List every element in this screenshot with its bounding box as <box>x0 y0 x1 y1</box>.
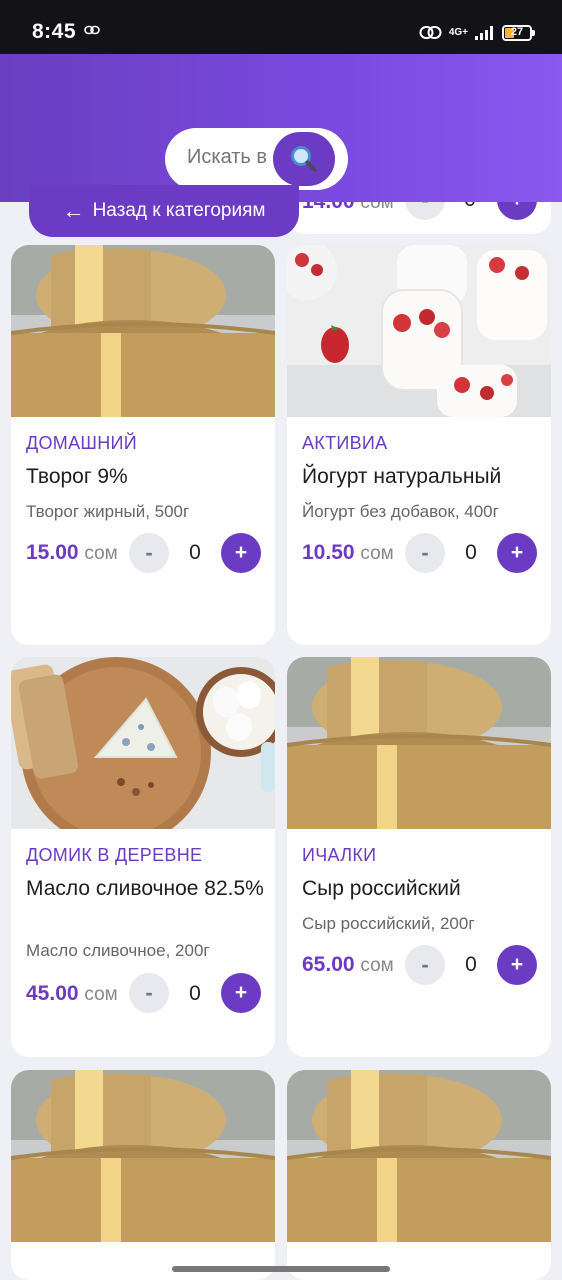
product-price: 65.00 сом <box>302 953 394 976</box>
product-image <box>11 657 275 829</box>
product-description: Творог жирный, 500г <box>26 502 190 521</box>
network-type: 4G+ <box>448 27 468 38</box>
product-name: Йогурт натуральный <box>302 465 502 488</box>
product-card[interactable]: ДОМИК В ДЕРЕВНЕ Масло сливочное 82.5% Ма… <box>11 657 275 1057</box>
signal-icon <box>475 26 493 40</box>
increase-button[interactable]: + <box>497 945 537 985</box>
product-card[interactable] <box>11 1070 275 1280</box>
product-brand: ИЧАЛКИ <box>302 845 377 865</box>
increase-button[interactable]: + <box>221 973 261 1013</box>
decrease-button[interactable]: - <box>405 533 445 573</box>
product-name: Сыр российский <box>302 877 461 900</box>
product-brand: АКТИВИА <box>302 433 388 453</box>
decrease-button[interactable]: - <box>129 533 169 573</box>
search-input[interactable] <box>187 146 275 169</box>
increase-button[interactable]: + <box>497 533 537 573</box>
decrease-button[interactable]: - <box>405 945 445 985</box>
arrow-left-icon: ← <box>62 198 85 223</box>
product-card[interactable] <box>287 1070 551 1280</box>
product-image <box>287 657 551 829</box>
quantity-value: 0 <box>189 982 201 1005</box>
product-image <box>11 245 275 417</box>
search-button[interactable] <box>273 132 335 186</box>
back-to-categories-button[interactable]: ← Назад к категориям <box>29 185 299 237</box>
product-brand: ДОМИК В ДЕРЕВНЕ <box>26 845 203 865</box>
product-price: 45.00 сом <box>26 982 118 1005</box>
status-time: 8:45 <box>32 20 77 43</box>
link-icon <box>84 25 100 35</box>
hotspot-icon <box>419 26 442 39</box>
product-price: 10.50 сом <box>302 541 394 564</box>
increase-button[interactable]: + <box>221 533 261 573</box>
battery-icon: 27 <box>502 25 535 41</box>
product-card[interactable]: АКТИВИА Йогурт натуральный Йогурт без до… <box>287 245 551 645</box>
product-description: Сыр российский, 200г <box>302 914 475 933</box>
product-description: Йогурт без добавок, 400г <box>302 502 499 521</box>
search-bar[interactable] <box>165 128 348 190</box>
product-card[interactable]: ИЧАЛКИ Сыр российский Сыр российский, 20… <box>287 657 551 1057</box>
back-button-label: Назад к категориям <box>92 200 266 221</box>
product-card[interactable]: ДОМАШНИЙ Творог 9% Творог жирный, 500г 1… <box>11 245 275 645</box>
product-image <box>287 245 551 417</box>
decrease-button[interactable]: - <box>129 973 169 1013</box>
quantity-value: 0 <box>465 541 477 564</box>
quantity-value: 0 <box>465 953 477 976</box>
quantity-value: 0 <box>189 541 201 564</box>
product-name: Масло сливочное 82.5% <box>26 877 264 900</box>
product-brand: ДОМАШНИЙ <box>26 433 137 453</box>
product-name: Творог 9% <box>26 465 128 488</box>
search-icon <box>291 146 317 172</box>
battery-level: 27 <box>510 26 524 38</box>
product-image <box>287 1070 551 1242</box>
product-price: 15.00 сом <box>26 541 118 564</box>
header <box>0 54 562 202</box>
status-bar: 8:45 4G+ 27 <box>0 0 562 54</box>
product-description: Масло сливочное, 200г <box>26 941 210 960</box>
home-indicator[interactable] <box>172 1266 390 1272</box>
product-image <box>11 1070 275 1242</box>
